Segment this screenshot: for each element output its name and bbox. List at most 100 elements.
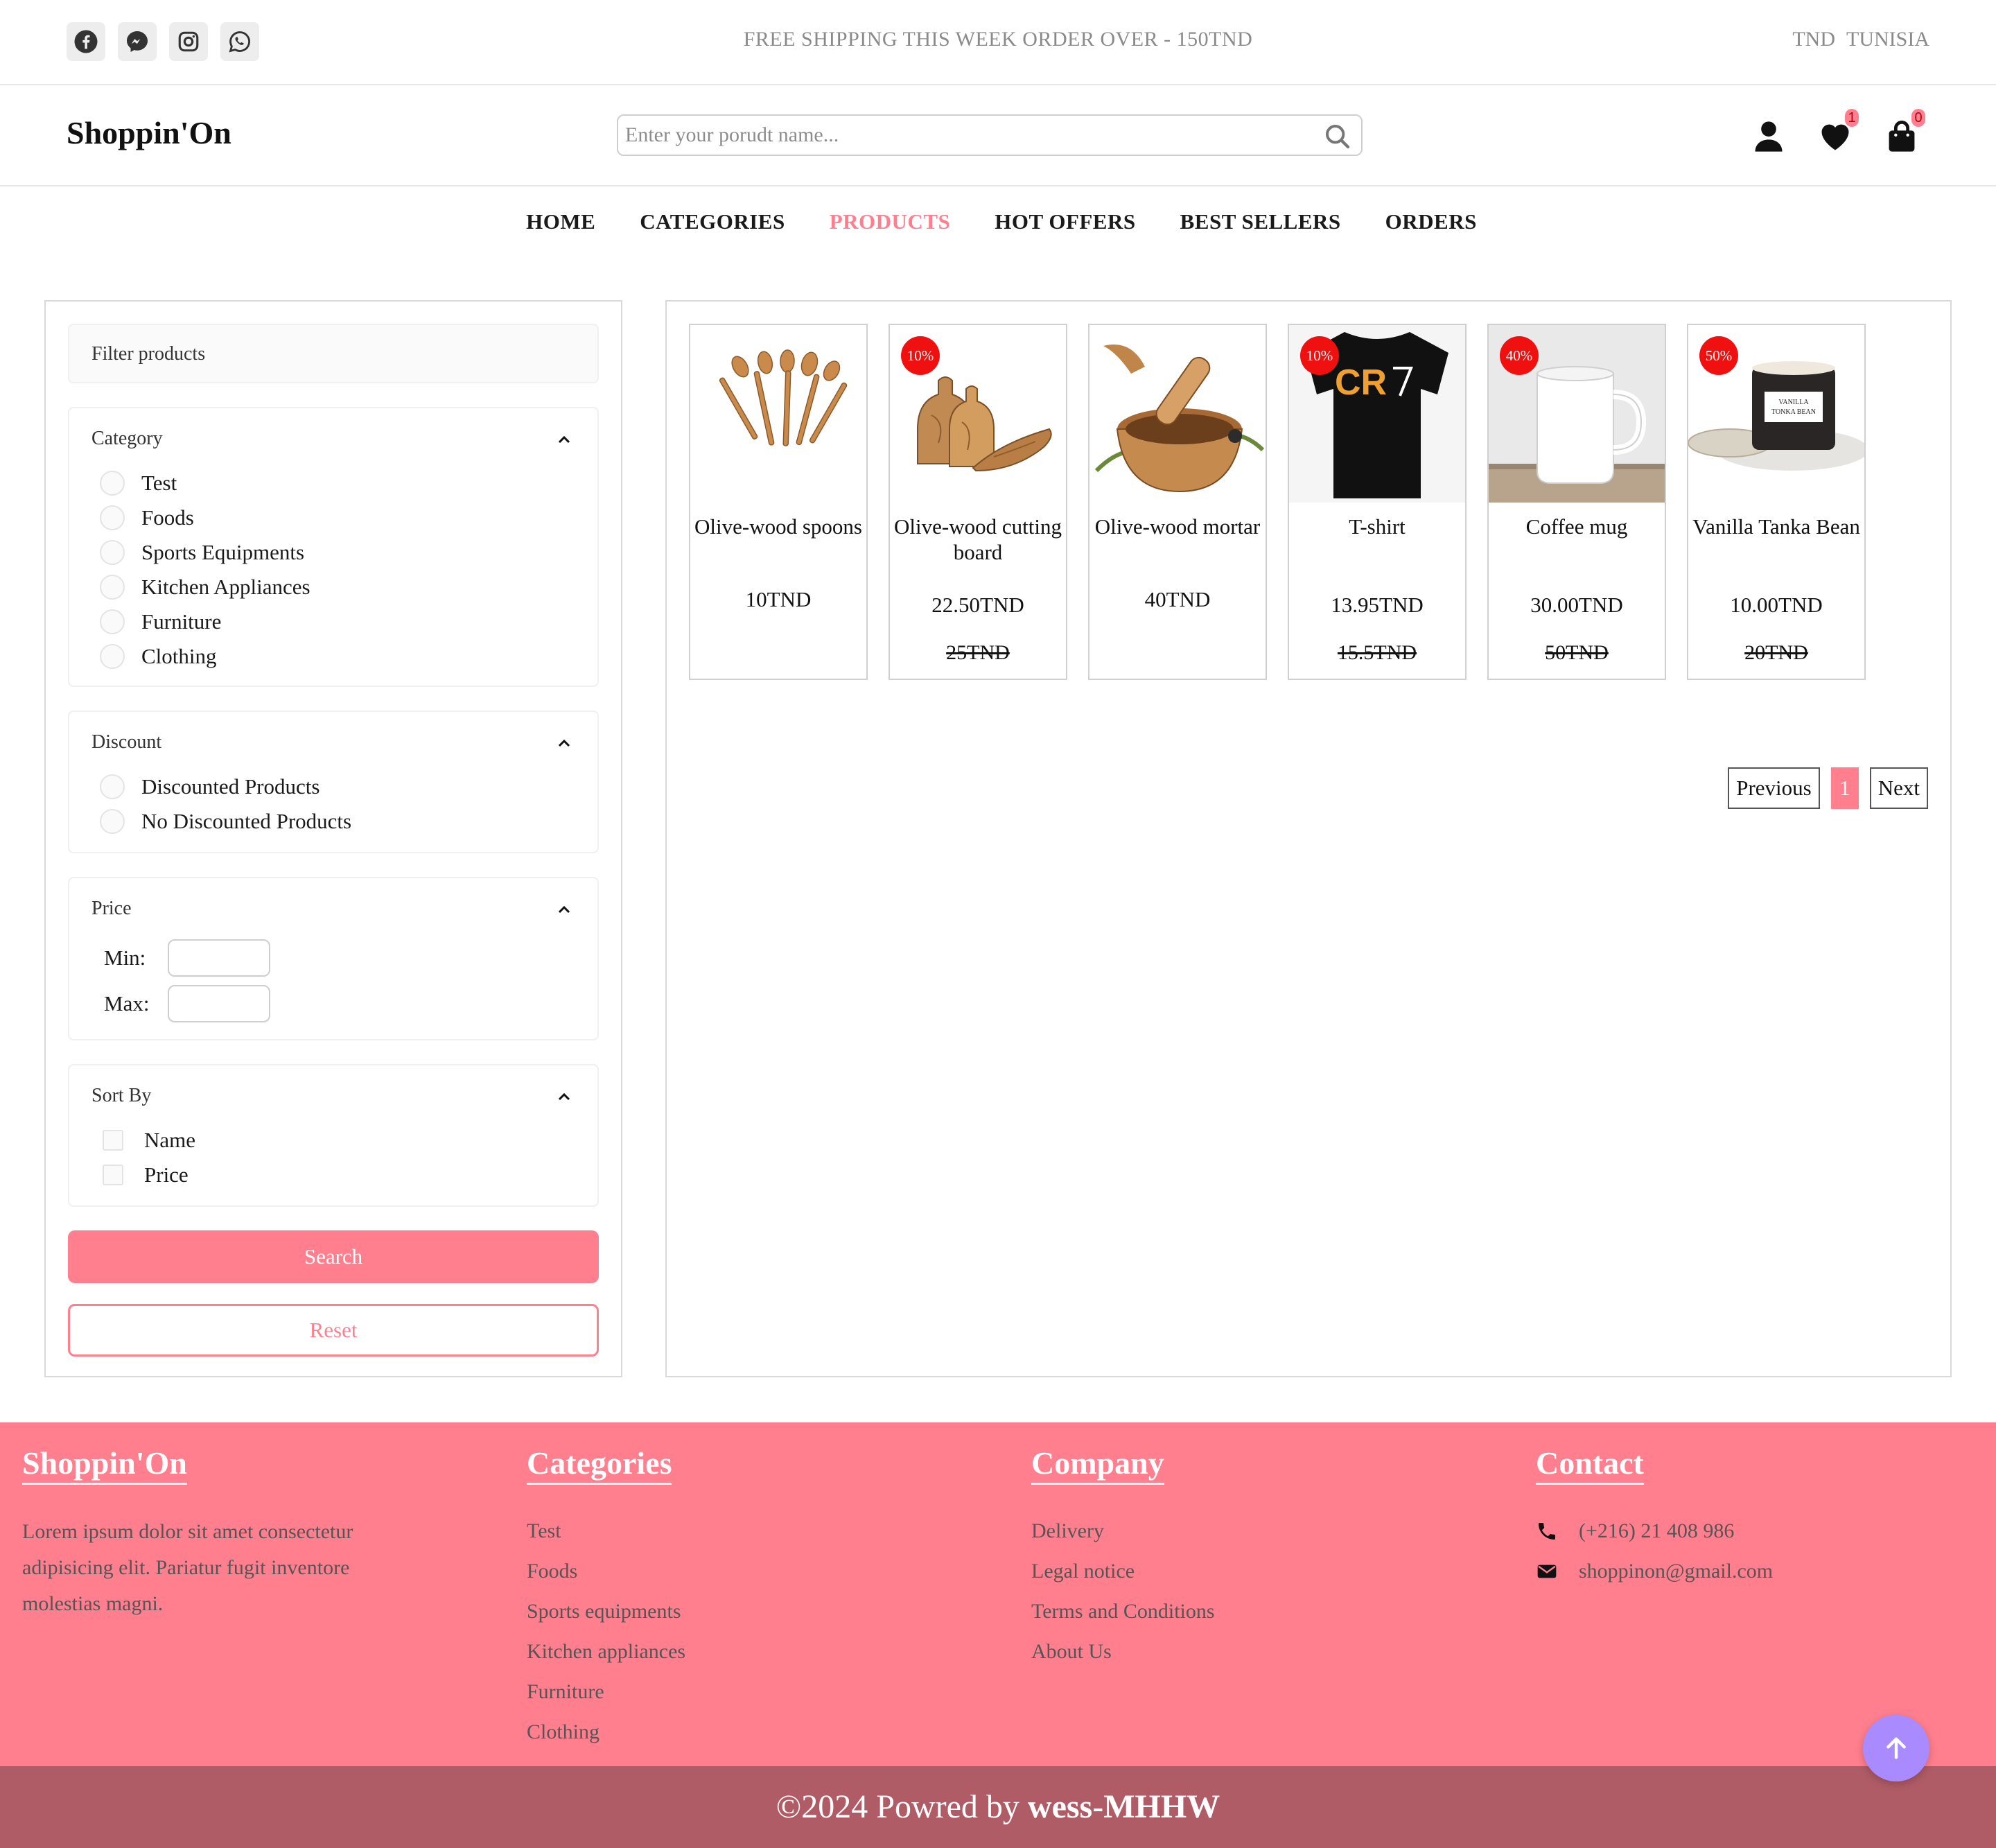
footer-link[interactable]: About Us bbox=[1031, 1632, 1215, 1672]
discount-badge: 10% bbox=[1300, 336, 1339, 375]
footer-link[interactable]: Test bbox=[527, 1511, 685, 1551]
nav-categories[interactable]: CATEGORIES bbox=[640, 209, 785, 234]
search-input[interactable] bbox=[618, 116, 1311, 155]
search-icon[interactable] bbox=[1324, 123, 1351, 150]
product-card[interactable]: Olive-wood mortar 40TND bbox=[1088, 324, 1267, 680]
discount-badge: 40% bbox=[1500, 336, 1539, 375]
scroll-to-top-button[interactable] bbox=[1863, 1715, 1929, 1781]
category-option-sports[interactable]: Sports Equipments bbox=[100, 540, 304, 565]
nav-hot-offers[interactable]: HOT OFFERS bbox=[995, 209, 1135, 234]
cart-count-badge: 0 bbox=[1911, 109, 1925, 127]
option-label: Discounted Products bbox=[141, 774, 320, 799]
page-1-button[interactable]: 1 bbox=[1830, 767, 1859, 809]
country-label[interactable]: TUNISIA bbox=[1846, 28, 1929, 51]
category-option-kitchen[interactable]: Kitchen Appliances bbox=[100, 575, 310, 600]
footer-link[interactable]: Sports equipments bbox=[527, 1592, 685, 1632]
copyright-text: ©2024 Powred by bbox=[776, 1788, 1019, 1825]
product-name[interactable]: Olive-wood mortar bbox=[1089, 514, 1266, 539]
radio-button[interactable] bbox=[100, 774, 125, 799]
option-label: Price bbox=[144, 1162, 189, 1187]
product-name[interactable]: Coffee mug bbox=[1489, 514, 1665, 539]
footer-link[interactable]: Legal notice bbox=[1031, 1551, 1215, 1592]
chevron-up-icon[interactable] bbox=[556, 735, 572, 752]
radio-button[interactable] bbox=[100, 644, 125, 669]
svg-text:CR: CR bbox=[1335, 363, 1387, 403]
product-price: 40TND bbox=[1144, 587, 1211, 611]
nav-home[interactable]: HOME bbox=[526, 209, 595, 234]
chevron-up-icon[interactable] bbox=[556, 432, 572, 448]
option-label: No Discounted Products bbox=[141, 809, 352, 833]
filter-header: Filter products bbox=[68, 324, 599, 383]
search-button[interactable]: Search bbox=[68, 1230, 599, 1283]
copyright-author[interactable]: wess-MHHW bbox=[1028, 1788, 1220, 1825]
reset-button[interactable]: Reset bbox=[68, 1304, 599, 1357]
radio-button[interactable] bbox=[100, 609, 125, 634]
category-option-test[interactable]: Test bbox=[100, 471, 177, 496]
product-card[interactable]: Olive-wood spoons 10TND bbox=[689, 324, 868, 680]
main-nav: HOME CATEGORIES PRODUCTS HOT OFFERS BEST… bbox=[0, 187, 1996, 256]
contact-phone[interactable]: (+216) 21 408 986 bbox=[1536, 1511, 1773, 1551]
product-old-price: 25TND bbox=[946, 641, 1010, 664]
contact-email-text: shoppinon@gmail.com bbox=[1579, 1560, 1774, 1583]
discount-option-discounted[interactable]: Discounted Products bbox=[100, 774, 319, 799]
next-page-button[interactable]: Next bbox=[1869, 767, 1928, 809]
nav-best-sellers[interactable]: BEST SELLERS bbox=[1180, 209, 1341, 234]
product-card[interactable]: 40% Coffee mug 30.00TND 50TND bbox=[1487, 324, 1666, 680]
footer-link[interactable]: Clothing bbox=[527, 1712, 685, 1752]
discount-badge: 10% bbox=[901, 336, 940, 375]
footer-link[interactable]: Terms and Conditions bbox=[1031, 1592, 1215, 1632]
price-min-input[interactable] bbox=[168, 939, 270, 977]
copyright-bar: ©2024 Powred by wess-MHHW bbox=[0, 1766, 1996, 1848]
price-max-input[interactable] bbox=[168, 985, 270, 1022]
price-max-row: Max: bbox=[104, 985, 270, 1022]
currency-label[interactable]: TND bbox=[1792, 28, 1835, 51]
footer-link[interactable]: Foods bbox=[527, 1551, 685, 1592]
product-image-spoons[interactable] bbox=[690, 325, 866, 503]
category-option-furniture[interactable]: Furniture bbox=[100, 609, 221, 634]
product-card[interactable]: 50% VANILLA TONKA BEAN Vanilla Tanka Bea… bbox=[1687, 324, 1866, 680]
product-price: 13.95TND bbox=[1331, 593, 1424, 617]
checkbox[interactable] bbox=[103, 1130, 123, 1151]
product-old-price: 15.5TND bbox=[1337, 641, 1417, 664]
sort-filter: Sort By Name Price bbox=[68, 1064, 599, 1207]
wishlist-count-badge: 1 bbox=[1845, 109, 1859, 127]
category-filter-title: Category bbox=[91, 428, 163, 449]
discount-badge: 50% bbox=[1699, 336, 1738, 375]
price-max-label: Max: bbox=[104, 991, 150, 1015]
category-option-clothing[interactable]: Clothing bbox=[100, 644, 217, 669]
chevron-up-icon[interactable] bbox=[556, 1089, 572, 1106]
user-account-icon[interactable] bbox=[1751, 119, 1787, 155]
cart-bag-icon[interactable]: 0 bbox=[1884, 109, 1925, 155]
category-option-foods[interactable]: Foods bbox=[100, 505, 194, 530]
sort-option-name[interactable]: Name bbox=[100, 1128, 195, 1153]
locale-selector[interactable]: TND TUNISIA bbox=[1792, 28, 1929, 51]
nav-orders[interactable]: ORDERS bbox=[1385, 209, 1477, 234]
radio-button[interactable] bbox=[100, 540, 125, 565]
product-image-mortar[interactable] bbox=[1089, 325, 1266, 503]
chevron-up-icon[interactable] bbox=[556, 902, 572, 918]
sort-option-price[interactable]: Price bbox=[100, 1162, 189, 1187]
product-name[interactable]: Olive-wood spoons bbox=[690, 514, 866, 539]
discount-option-none[interactable]: No Discounted Products bbox=[100, 809, 351, 834]
product-card[interactable]: 10% CR T-shirt 13.95TND 15.5TND bbox=[1288, 324, 1467, 680]
previous-page-button[interactable]: Previous bbox=[1728, 767, 1820, 809]
radio-button[interactable] bbox=[100, 471, 125, 496]
site-logo[interactable]: Shoppin'On bbox=[67, 114, 231, 151]
footer-link[interactable]: Kitchen appliances bbox=[527, 1632, 685, 1672]
radio-button[interactable] bbox=[100, 575, 125, 600]
radio-button[interactable] bbox=[100, 809, 125, 834]
footer-link[interactable]: Delivery bbox=[1031, 1511, 1215, 1551]
product-name[interactable]: T-shirt bbox=[1289, 514, 1465, 539]
product-name[interactable]: Vanilla Tanka Bean bbox=[1688, 514, 1864, 539]
contact-email[interactable]: shoppinon@gmail.com bbox=[1536, 1551, 1773, 1592]
wishlist-heart-icon[interactable]: 1 bbox=[1817, 109, 1859, 155]
checkbox[interactable] bbox=[103, 1165, 123, 1185]
radio-button[interactable] bbox=[100, 505, 125, 530]
nav-products[interactable]: PRODUCTS bbox=[830, 209, 951, 234]
product-card[interactable]: 10% Olive-wood cutting board 22.50TND 25… bbox=[888, 324, 1067, 680]
footer-link[interactable]: Furniture bbox=[527, 1672, 685, 1712]
option-label: Clothing bbox=[141, 644, 217, 668]
product-old-price: 20TND bbox=[1744, 641, 1808, 664]
product-name[interactable]: Olive-wood cutting board bbox=[890, 514, 1066, 565]
footer-brand-title[interactable]: Shoppin'On bbox=[22, 1445, 187, 1485]
